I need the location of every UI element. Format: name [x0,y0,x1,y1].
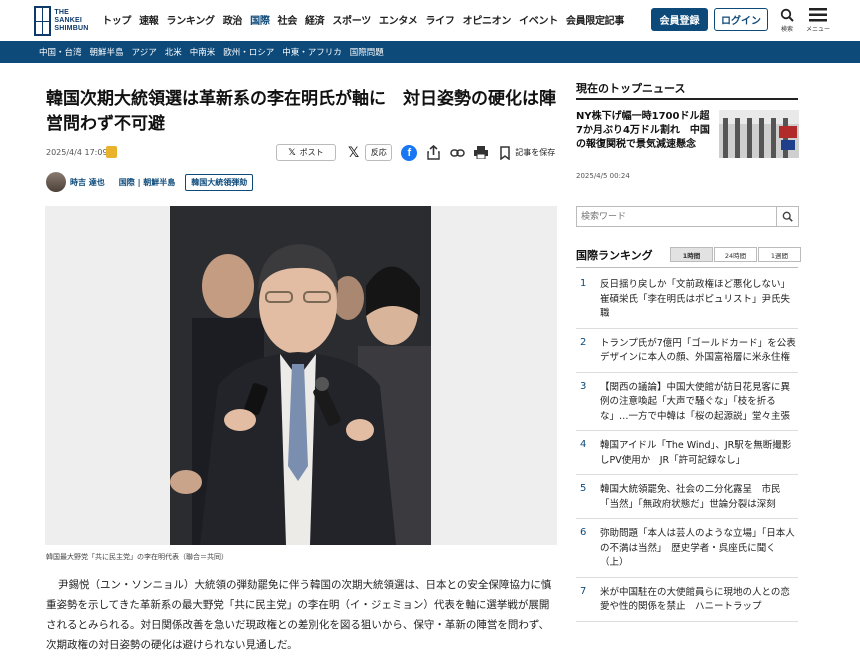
ranking-number: 2 [580,336,587,348]
article-date: 2025/4/4 17:09 [46,148,108,157]
ranking-number: 3 [580,380,587,392]
ranking-title[interactable]: 韓国大統領罷免、社会の二分化露呈 市民「当然」「無政府状態だ」世論分裂は深刻 [600,483,798,512]
search-icon [782,211,793,222]
article-meta: 2025/4/4 17:09 𝕏 ポスト 𝕏 反応 f 記事を保存 [46,144,558,161]
top-news-heading: 現在のトップニュース [576,82,686,95]
share-icon[interactable] [425,145,441,161]
members-lock-icon [106,146,117,158]
nav-members-only[interactable]: 会員限定記事 [562,12,628,27]
top-news-divider [576,98,798,100]
header-search-button[interactable]: 検索 [776,8,798,36]
sankei-logo-text: THE SANKEI SHIMBUN [54,9,89,32]
sidebar-search [576,206,799,227]
sub-nav: 中国・台湾 朝鮮半島 アジア 北米 中南米 欧州・ロシア 中東・アフリカ 国際問… [0,41,860,63]
article-photo[interactable] [170,206,431,545]
nav-economy[interactable]: 経済 [301,12,328,27]
subnav-asia[interactable]: アジア [132,46,157,58]
search-label: 検索 [780,26,793,33]
share-bar: 𝕏 ポスト 𝕏 反応 f 記事を保存 [276,144,555,161]
x-share-icon[interactable]: 𝕏 [348,145,359,161]
ranking-item[interactable]: 6 弥助問題「本人は芸人のような立場」「日本人の不満は当然」 歴史学者・呉座氏に… [576,519,798,578]
ranking-divider [576,267,798,268]
ranking-item[interactable]: 1 反日揺り戻しか「文前政権ほど悪化しない」崔碩栄氏「李在明氏はポピュリスト」尹… [576,270,798,329]
subnav-middle-east-africa[interactable]: 中東・アフリカ [282,46,342,58]
hamburger-icon [809,8,827,22]
top-news-title[interactable]: NY株下げ幅一時1700ドル超 7か月ぶり4万ドル割れ 中国の報復関税で景気減速… [576,110,719,152]
sidebar-search-button[interactable] [776,207,798,226]
x-logo-icon: 𝕏 [288,147,296,158]
ranking-item[interactable]: 4 韓国アイドル「The Wind」、JR駅を無断撮影しPV使用か JR「許可記… [576,431,798,475]
ranking-title[interactable]: 米が中国駐在の大使館員らに現地の人との恋愛や性的関係を禁止 ハニートラップ [600,586,798,615]
ranking-number: 4 [580,439,587,450]
ranking-number: 7 [580,585,587,597]
sankei-logo-mark [34,6,52,36]
ranking-item[interactable]: 3 【関西の議論】中国大使館が訪日花見客に異例の注意喚起「大声で騒ぐな」「枝を折… [576,373,798,431]
article-body: 尹錫悦（ユン・ソンニョル）大統領の弾劾罷免に伴う韓国の次期大統領選は、日本との安… [46,579,552,651]
ranking-title[interactable]: 弥助問題「本人は芸人のような立場」「日本人の不満は当然」 歴史学者・呉座氏に聞く… [600,527,798,571]
ranking-tabs: 1時間 24時間 1週間 [669,247,801,262]
top-news-date: 2025/4/5 00:24 [576,172,630,180]
nav-event[interactable]: イベント [515,12,562,27]
ranking-heading: 国際ランキング [576,249,653,262]
article-category[interactable]: 国際 | 朝鮮半島 [119,177,176,188]
ranking-number: 5 [580,483,587,494]
ranking-list: 1 反日揺り戻しか「文前政権ほど悪化しない」崔碩栄氏「李在明氏はポピュリスト」尹… [576,270,798,622]
top-news-thumbnail[interactable] [719,110,799,158]
sidebar-search-input[interactable] [577,207,775,226]
ranking-title[interactable]: 【関西の議論】中国大使館が訪日花見客に異例の注意喚起「大声で騒ぐな」「枝を折るな… [600,381,798,425]
react-button[interactable]: 反応 [365,144,393,161]
nav-breaking[interactable]: 速報 [135,12,162,27]
topic-tag[interactable]: 韓国大統領弾劾 [185,173,254,191]
nav-society[interactable]: 社会 [274,12,301,27]
site-header: THE SANKEI SHIMBUN トップ 速報 ランキング 政治 国際 社会… [0,0,860,41]
subnav-china-taiwan[interactable]: 中国・台湾 [39,46,82,58]
ranking-tab-1h[interactable]: 1時間 [670,247,713,262]
sankei-logo[interactable]: THE SANKEI SHIMBUN [34,5,96,37]
author-row: 時吉 達也 国際 | 朝鮮半島 韓国大統領弾劾 [46,171,254,193]
ranking-item[interactable]: 2 トランプ氏が7億円「ゴールドカード」を公表 デザインに本人の顔、外国富裕層に… [576,329,798,373]
ranking-number: 6 [580,527,587,538]
ranking-tab-1w[interactable]: 1週間 [758,247,801,262]
subnav-north-america[interactable]: 北米 [165,46,182,58]
subnav-international-issues[interactable]: 国際問題 [350,46,384,58]
bookmark-icon[interactable] [497,145,513,161]
subnav-latin-america[interactable]: 中南米 [190,46,216,58]
menu-label: メニュー [806,26,831,33]
login-button[interactable]: ログイン [714,8,768,31]
print-icon[interactable] [473,145,489,161]
nav-international[interactable]: 国際 [246,12,273,27]
ranking-title[interactable]: 反日揺り戻しか「文前政権ほど悪化しない」崔碩栄氏「李在明氏はポピュリスト」尹氏失… [600,278,798,322]
menu-button[interactable]: メニュー [806,8,830,36]
subnav-korean-peninsula[interactable]: 朝鮮半島 [90,46,124,58]
nav-ranking[interactable]: ランキング [163,12,219,27]
x-post-button[interactable]: 𝕏 ポスト [276,144,336,161]
author-avatar[interactable] [46,172,66,192]
photo-caption: 韓国最大野党「共に民主党」の李在明代表（聯合＝共同） [46,553,228,561]
facebook-icon[interactable]: f [401,144,418,161]
post-label: ポスト [299,148,324,157]
ranking-title[interactable]: トランプ氏が7億円「ゴールドカード」を公表 デザインに本人の顔、外国富裕層に米永… [600,337,798,366]
ranking-number: 1 [580,278,587,289]
nav-life[interactable]: ライフ [421,12,458,27]
save-article-label[interactable]: 記事を保存 [515,147,555,158]
register-button[interactable]: 会員登録 [651,8,708,31]
nav-entertainment[interactable]: エンタメ [375,12,422,27]
author-name[interactable]: 時吉 達也 [70,177,105,188]
link-icon[interactable] [449,145,465,161]
main-nav: トップ 速報 ランキング 政治 国際 社会 経済 スポーツ エンタメ ライフ オ… [98,12,628,27]
ranking-item[interactable]: 5 韓国大統領罷免、社会の二分化露呈 市民「当然」「無政府状態だ」世論分裂は深刻 [576,475,798,519]
subnav-europe-russia[interactable]: 欧州・ロシア [223,46,274,58]
ranking-title[interactable]: 韓国アイドル「The Wind」、JR駅を無断撮影しPV使用か JR「許可記録な… [600,439,798,468]
ranking-tab-24h[interactable]: 24時間 [714,247,757,262]
nav-politics[interactable]: 政治 [219,12,246,27]
article-title: 韓国次期大統領選は革新系の李在明氏が軸に 対日姿勢の硬化は陣営問わず不可避 [46,89,556,134]
nav-sports[interactable]: スポーツ [328,12,375,27]
article-photo-frame [45,206,557,545]
nav-opinion[interactable]: オピニオン [459,12,516,27]
search-icon [780,8,794,22]
ranking-item[interactable]: 7 米が中国駐在の大使館員らに現地の人との恋愛や性的関係を禁止 ハニートラップ [576,578,798,622]
nav-top[interactable]: トップ [98,12,135,27]
